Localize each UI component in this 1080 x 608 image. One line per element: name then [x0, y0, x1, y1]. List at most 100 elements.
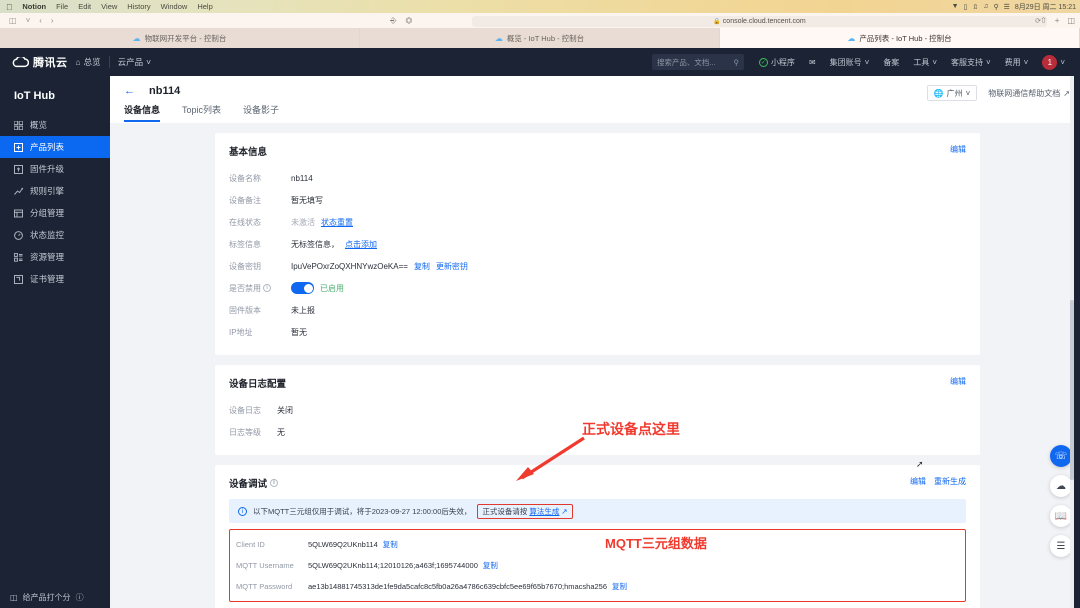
cloud-upload-icon[interactable]: ☁ — [1050, 475, 1072, 497]
copy-client-id-link[interactable]: 复制 — [383, 539, 398, 550]
battery-icon[interactable]: ▯ — [964, 3, 968, 11]
browser-tab-1[interactable]: ☁ 物联网开发平台 - 控制台 — [0, 28, 360, 48]
field-value: 未上报 — [291, 305, 315, 315]
edit-basic-info-button[interactable]: 编辑 — [950, 144, 966, 155]
tencent-cloud-logo[interactable]: 腾讯云 — [0, 54, 68, 70]
disable-device-toggle[interactable] — [291, 282, 314, 294]
book-icon[interactable]: 📖 — [1050, 505, 1072, 527]
menu-item-window[interactable]: Window — [161, 2, 188, 11]
help-doc-label: 物联网通信帮助文档 — [988, 88, 1061, 98]
topnav-products[interactable]: 云产品 ˅ — [110, 48, 159, 76]
apple-logo-icon[interactable]:  — [6, 2, 12, 12]
edit-debug-button[interactable]: 编辑 — [910, 476, 926, 487]
sidebar-item-group-management[interactable]: 分组管理 — [0, 202, 110, 224]
browser-mid-icons: ⎆ ⏣ — [390, 16, 412, 26]
sidebar-item-status-monitor[interactable]: 状态监控 — [0, 224, 110, 246]
menu-app-name[interactable]: Notion — [22, 2, 46, 11]
copy-username-link[interactable]: 复制 — [483, 560, 498, 571]
topnav-miniprogram[interactable]: 小程序 — [752, 48, 802, 76]
update-secret-link[interactable]: 更新密钥 — [436, 261, 468, 272]
topnav-group-account-label: 集团账号 — [829, 57, 862, 67]
external-link-icon[interactable]: ↗ — [561, 507, 567, 516]
back-icon[interactable]: ‹ — [39, 16, 42, 25]
sidebar-item-label: 分组管理 — [30, 208, 65, 218]
region-selector[interactable]: 🌐 广州 ˅ — [926, 85, 978, 101]
cloud-logo-icon — [12, 56, 29, 68]
control-center-icon[interactable]: ☰ — [1004, 3, 1010, 11]
mqtt-value-group: ae13b14881745313de1fe9da5cafc8c5fb0a26a4… — [308, 581, 627, 592]
field-label: 日志等级 — [229, 427, 261, 437]
menu-item-view[interactable]: View — [101, 2, 117, 11]
field-label: 在线状态 — [229, 217, 261, 227]
topnav-avatar-group[interactable]: 1 ˅ — [1035, 48, 1072, 76]
list-icon[interactable]: ☰ — [1050, 535, 1072, 557]
bluetooth-icon[interactable]: ⇫ — [972, 3, 978, 11]
feedback-button[interactable]: ◫ 给产品打个分 ⓘ — [0, 586, 110, 608]
browser-tab-2[interactable]: ☁ 概览 - IoT Hub - 控制台 — [360, 28, 720, 48]
field-row: IP地址 暂无 — [229, 321, 966, 343]
search-input[interactable]: 搜索产品、文档... ⚲ — [651, 54, 744, 70]
sidebar-item-certificate-management[interactable]: 证书管理 — [0, 268, 110, 290]
sidebar-item-overview[interactable]: 概览 — [0, 114, 110, 136]
shield-icon[interactable]: ⎆ — [390, 16, 396, 26]
topnav-filing[interactable]: 备案 — [876, 48, 906, 76]
topnav-support[interactable]: 客服支持 ˅ — [944, 48, 998, 76]
client-id-value: 5QLW69Q2UKnb114 — [308, 540, 378, 549]
share-icon[interactable]: ⇧ — [1040, 16, 1047, 25]
mouse-cursor: ➚ — [916, 459, 924, 469]
address-bar[interactable]: 🔒 console.cloud.tencent.com ⟳ — [472, 15, 1047, 27]
sidebar-item-firmware-upgrade[interactable]: 固件升级 — [0, 158, 110, 180]
info-icon[interactable]: i — [263, 284, 271, 292]
sidebar-item-rule-engine[interactable]: 规则引擎 — [0, 180, 110, 202]
sidebar-toggle-icon[interactable]: ◫ — [9, 16, 17, 25]
page-header-right: 🌐 广州 ˅ 物联网通信帮助文档 ↗ — [926, 85, 1070, 101]
copy-secret-link[interactable]: 复制 — [414, 261, 430, 272]
topnav-group-account[interactable]: 集团账号 ˅ — [823, 48, 877, 76]
regenerate-button[interactable]: 重新生成 — [934, 476, 966, 487]
sidebar-item-resource-management[interactable]: 资源管理 — [0, 246, 110, 268]
field-row: 设备日志 关闭 — [229, 399, 966, 421]
feedback-icon: ◫ — [10, 592, 18, 602]
mqtt-password-value: ae13b14881745313de1fe9da5cafc8c5fb0a26a4… — [308, 582, 608, 591]
tabs-overview-icon[interactable]: ◫ — [1067, 16, 1075, 25]
algorithm-generate-link[interactable]: 算法生成 — [529, 506, 559, 517]
mqtt-username-value: 5QLW69Q2UKnb114;12010126;a463f;169574400… — [308, 561, 478, 570]
field-label: 设备备注 — [229, 195, 261, 205]
topnav-tools[interactable]: 工具 ˅ — [906, 48, 944, 76]
menu-item-history[interactable]: History — [127, 2, 150, 11]
topnav-home[interactable]: ⌂ 总览 — [68, 48, 109, 76]
page-scrollbar-thumb[interactable] — [1070, 300, 1074, 480]
search-icon[interactable]: ⚲ — [733, 58, 739, 67]
reader-icon[interactable]: ⏣ — [405, 16, 412, 25]
search-icon[interactable]: ⚲ — [993, 3, 998, 11]
chevron-down-icon[interactable]: ˅ — [26, 16, 31, 25]
volume-icon[interactable]: ♫ — [983, 3, 988, 10]
help-doc-link[interactable]: 物联网通信帮助文档 ↗ — [988, 88, 1070, 99]
new-tab-icon[interactable]: + — [1055, 16, 1060, 25]
copy-password-link[interactable]: 复制 — [612, 581, 627, 592]
edit-log-config-button[interactable]: 编辑 — [950, 376, 966, 387]
browser-tab-3[interactable]: ☁ 产品列表 - IoT Hub - 控制台 — [720, 28, 1080, 48]
topnav-billing[interactable]: 费用 ˅ — [998, 48, 1036, 76]
card-device-debug: 设备调试 i 编辑 重新生成 i 以下MQTT三元组仅用于调试，将于2023-0… — [215, 465, 980, 608]
sidebar-item-product-list[interactable]: 产品列表 — [0, 136, 110, 158]
menubar-clock[interactable]: 8月29日 周二 15:21 — [1015, 2, 1076, 12]
mqtt-value-group: 5QLW69Q2UKnb114;12010126;a463f;169574400… — [308, 560, 498, 571]
alert-highlight-prefix: 正式设备请按 — [482, 506, 528, 516]
info-icon[interactable]: i — [270, 479, 279, 487]
status-reset-link[interactable]: 状态重置 — [321, 217, 353, 228]
menu-item-edit[interactable]: Edit — [78, 2, 91, 11]
algorithm-generate-highlight: 正式设备请按 算法生成 ↗ — [477, 503, 573, 519]
topnav-messages[interactable]: ✉ — [802, 48, 823, 76]
forward-icon[interactable]: › — [51, 16, 54, 25]
tab-topic-list[interactable]: Topic列表 — [182, 103, 221, 122]
headset-icon[interactable]: ☏ — [1050, 445, 1072, 467]
tab-device-shadow[interactable]: 设备影子 — [243, 103, 279, 122]
menu-item-file[interactable]: File — [56, 2, 68, 11]
tab-device-info[interactable]: 设备信息 — [124, 103, 161, 122]
arrow-left-icon[interactable]: ← — [124, 85, 135, 97]
add-tag-link[interactable]: 点击添加 — [345, 239, 377, 250]
menu-item-help[interactable]: Help — [197, 2, 212, 11]
wifi-icon[interactable]: ▼ — [952, 3, 959, 10]
mqtt-credentials-block: Client ID 5QLW69Q2UKnb114 复制 MQTT Userna… — [229, 529, 966, 602]
